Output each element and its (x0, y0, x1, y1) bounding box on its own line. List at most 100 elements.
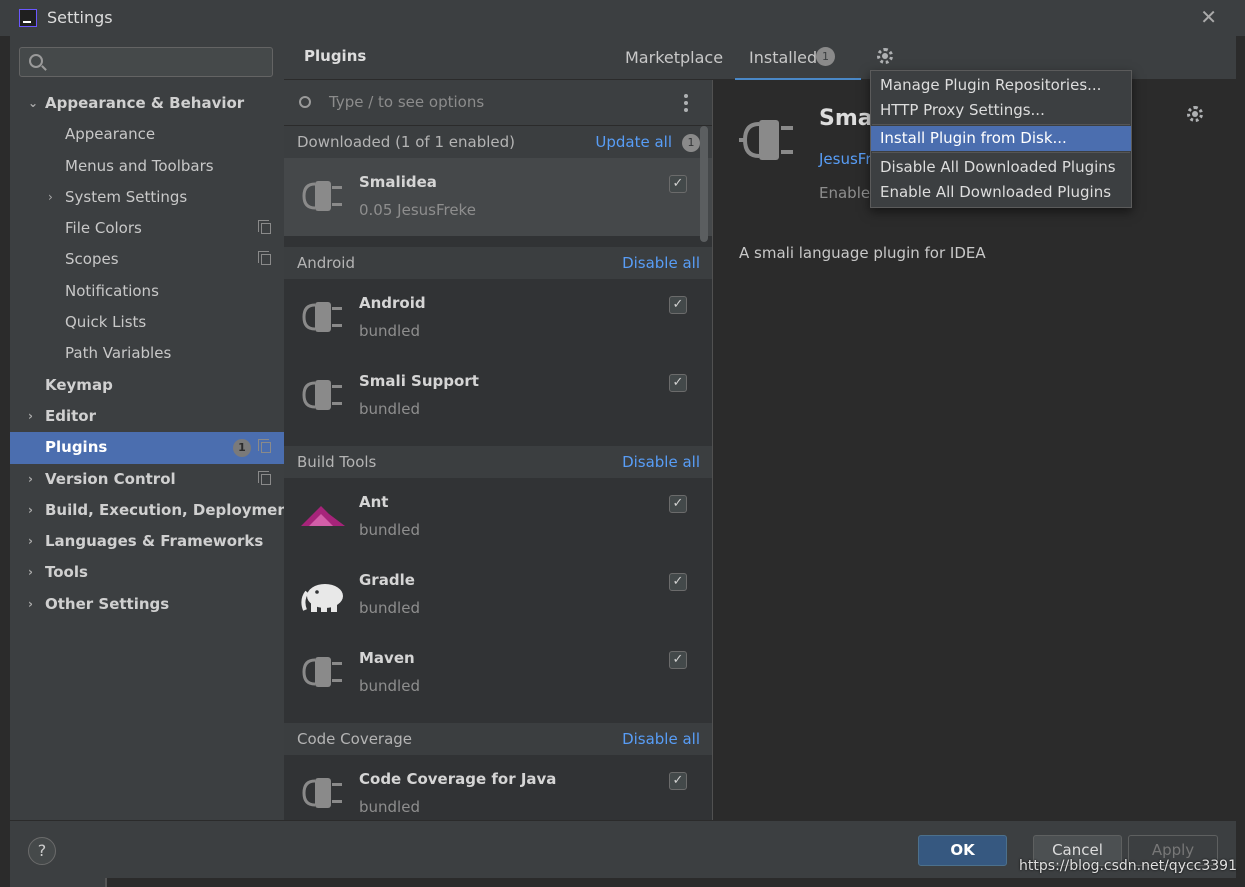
menu-item-enable-all-downloaded-plugins[interactable]: Enable All Downloaded Plugins (871, 180, 1131, 205)
settings-sidebar: ⌄ Appearance & Behavior Appearance Menus an… (10, 36, 295, 820)
plugin-name: Code Coverage for Java (359, 770, 557, 788)
plugin-group-header: Code Coverage Disable all (284, 723, 712, 755)
plugin-group-action-link[interactable]: Update all (595, 133, 672, 151)
plugin-group-name: Code Coverage (297, 730, 413, 748)
chevron-right-icon[interactable]: › (28, 464, 33, 495)
plug-icon (299, 648, 347, 696)
gear-dropdown-menu: Manage Plugin Repositories... HTTP Proxy … (870, 70, 1132, 208)
sidebar-item-label: Keymap (45, 375, 113, 394)
chevron-right-icon[interactable]: › (48, 182, 53, 213)
background-right-strip (1236, 36, 1245, 887)
plugin-subtitle: bundled (359, 521, 420, 539)
plugin-enabled-checkbox[interactable]: ✓ (669, 296, 687, 314)
background-left-strip (0, 36, 10, 887)
plugin-name: Smalidea (359, 173, 437, 191)
menu-item-http-proxy-settings[interactable]: HTTP Proxy Settings... (871, 98, 1131, 123)
plugin-subtitle: bundled (359, 677, 420, 695)
plugin-enabled-checkbox[interactable]: ✓ (669, 573, 687, 591)
plugin-enabled-checkbox[interactable]: ✓ (669, 495, 687, 513)
plugin-row[interactable]: Ant bundled ✓ (284, 478, 712, 556)
sidebar-item-label: Other Settings (45, 594, 170, 613)
plugin-group-header: Build Tools Disable all (284, 446, 712, 478)
sidebar-item-label: Path Variables (65, 344, 172, 363)
chevron-right-icon[interactable]: › (28, 495, 33, 526)
gear-icon[interactable] (877, 48, 893, 64)
plug-icon (299, 769, 347, 817)
sidebar-item-label: File Colors (65, 219, 142, 238)
sidebar-item-path-variables[interactable]: Path Variables (10, 338, 284, 369)
sidebar-item-editor[interactable]: › Editor (10, 401, 284, 432)
sidebar-item-version-control[interactable]: › Version Control (10, 464, 284, 495)
sidebar-item-quick-lists[interactable]: Quick Lists (10, 307, 284, 338)
sidebar-item-label: System Settings (65, 187, 188, 206)
tab-marketplace[interactable]: Marketplace (625, 48, 723, 67)
settings-dialog: Settings ✕ ⌄ Appearance & Behavior Appeara… (0, 0, 1245, 887)
sidebar-item-label: Menus and Toolbars (65, 156, 214, 175)
plugin-row[interactable]: Code Coverage for Java bundled ✓ (284, 755, 712, 820)
plug-icon (739, 120, 793, 160)
plugin-row[interactable]: Gradle bundled ✓ (284, 556, 712, 634)
plugin-detail-vendor-link[interactable]: JesusFr (819, 150, 872, 168)
chevron-right-icon[interactable]: › (28, 401, 33, 432)
plugin-enabled-checkbox[interactable]: ✓ (669, 772, 687, 790)
sidebar-item-appearance[interactable]: Appearance (10, 119, 284, 150)
plugin-name: Ant (359, 493, 389, 511)
menu-item-disable-all-downloaded-plugins[interactable]: Disable All Downloaded Plugins (871, 155, 1131, 180)
help-button[interactable]: ? (28, 837, 56, 865)
plugin-row[interactable]: Smalidea 0.05 JesusFreke ✓ (284, 158, 712, 236)
plugin-row[interactable]: Maven bundled ✓ (284, 634, 712, 712)
close-icon[interactable]: ✕ (1200, 5, 1217, 29)
sidebar-item-system-settings[interactable]: › System Settings (10, 182, 284, 213)
sidebar-item-notifications[interactable]: Notifications (10, 276, 284, 307)
sidebar-item-appearance-behavior[interactable]: ⌄ Appearance & Behavior (10, 88, 284, 119)
project-level-icon (258, 470, 271, 485)
chevron-right-icon[interactable]: › (28, 589, 33, 620)
menu-item-install-plugin-from-disk[interactable]: Install Plugin from Disk... (871, 126, 1131, 151)
plugin-group-action-link[interactable]: Disable all (622, 254, 700, 272)
update-count-badge: 1 (682, 134, 700, 152)
tab-installed[interactable]: Installed (734, 48, 862, 82)
sidebar-item-file-colors[interactable]: File Colors (10, 213, 284, 244)
sidebar-item-menus-and-toolbars[interactable]: Menus and Toolbars (10, 151, 284, 182)
sidebar-item-scopes[interactable]: Scopes (10, 244, 284, 275)
sidebar-item-keymap[interactable]: Keymap (10, 370, 284, 401)
plugin-row[interactable]: Android bundled ✓ (284, 279, 712, 357)
plugin-subtitle: bundled (359, 322, 420, 340)
plugin-group-name: Downloaded (1 of 1 enabled) (297, 133, 515, 151)
chevron-right-icon[interactable]: › (28, 557, 33, 588)
plugin-row[interactable]: Smali Support bundled ✓ (284, 357, 712, 435)
sidebar-item-plugins[interactable]: Plugins 1 (10, 432, 284, 464)
sidebar-item-label: Editor (45, 406, 96, 425)
plugin-search-input[interactable]: Type / to see options (329, 93, 484, 111)
plugin-list-scrollbar[interactable] (700, 126, 708, 242)
sidebar-item-label: Appearance & Behavior (45, 94, 245, 112)
watermark-text: https://blog.csdn.net/qycc3391 (1019, 858, 1237, 874)
intellij-app-icon (19, 9, 37, 27)
more-options-icon[interactable] (684, 94, 688, 112)
plugins-title: Plugins (304, 47, 367, 65)
plugin-group-name: Android (297, 254, 355, 272)
plugin-detail-description: A smali language plugin for IDEA (739, 244, 986, 262)
menu-separator (872, 124, 1130, 125)
plugin-search-bar[interactable]: Type / to see options (284, 80, 712, 126)
plugins-update-badge: 1 (233, 439, 251, 458)
plugin-group-action-link[interactable]: Disable all (622, 453, 700, 471)
chevron-down-icon[interactable]: ⌄ (28, 88, 38, 119)
sidebar-item-build-execution-deployment[interactable]: › Build, Execution, Deployment (10, 495, 295, 526)
settings-search-input[interactable] (19, 47, 273, 77)
plugin-detail-gear-icon[interactable] (1187, 106, 1203, 122)
sidebar-item-tools[interactable]: › Tools (10, 557, 284, 588)
menu-item-manage-plugin-repositories[interactable]: Manage Plugin Repositories... (871, 73, 1131, 98)
chevron-right-icon[interactable]: › (28, 526, 33, 557)
background-editor-strip (105, 878, 1245, 887)
gradle-elephant-icon (299, 570, 347, 618)
plugin-enabled-checkbox[interactable]: ✓ (669, 651, 687, 669)
ok-button[interactable]: OK (918, 835, 1007, 866)
sidebar-item-other-settings[interactable]: › Other Settings (10, 589, 284, 620)
plugin-enabled-checkbox[interactable]: ✓ (669, 175, 687, 193)
plugin-group-action-link[interactable]: Disable all (622, 730, 700, 748)
plugin-name: Smali Support (359, 372, 479, 390)
plugin-subtitle: bundled (359, 798, 420, 816)
plugin-enabled-checkbox[interactable]: ✓ (669, 374, 687, 392)
sidebar-item-languages-frameworks[interactable]: › Languages & Frameworks (10, 526, 284, 557)
